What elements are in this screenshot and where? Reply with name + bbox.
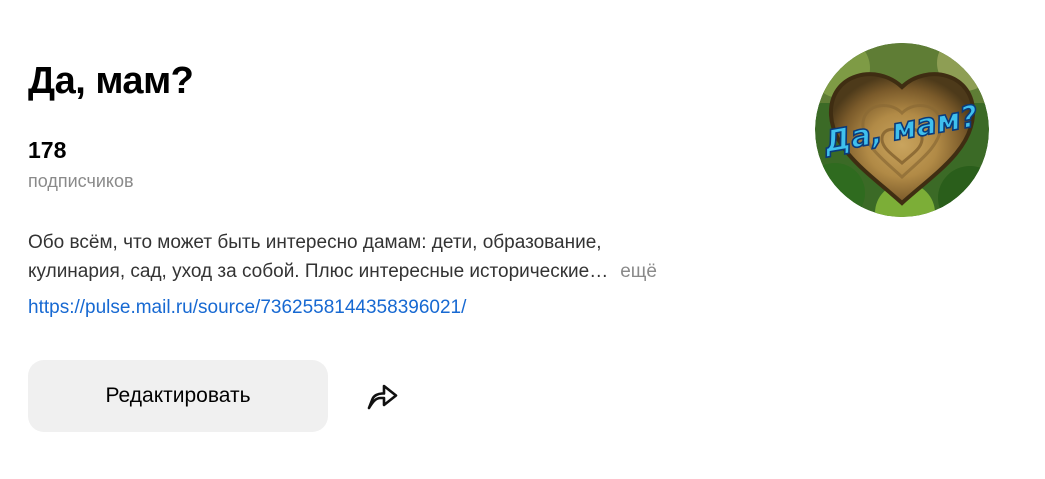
channel-link[interactable]: https://pulse.mail.ru/source/73625581443… [28, 294, 466, 322]
share-arrow-icon [367, 384, 398, 410]
edit-button[interactable]: Редактировать [28, 360, 328, 432]
avatar-image: Да, мам? [815, 43, 989, 217]
subscribers-count: 178 [28, 137, 67, 163]
description-line: Обо всём, что может быть интересно дамам… [28, 232, 602, 253]
description-line: кулинария, сад, уход за собой. Плюс инте… [28, 261, 609, 282]
share-button[interactable] [360, 376, 404, 416]
channel-description: Обо всём, что может быть интересно дамам… [28, 228, 788, 286]
avatar[interactable]: Да, мам? [815, 43, 989, 217]
description-line-with-more: кулинария, сад, уход за собой. Плюс инте… [28, 257, 788, 286]
more-link[interactable]: ещё [620, 261, 657, 282]
subscribers-label: подписчиков [28, 171, 134, 191]
channel-title: Да, мам? [28, 60, 194, 102]
